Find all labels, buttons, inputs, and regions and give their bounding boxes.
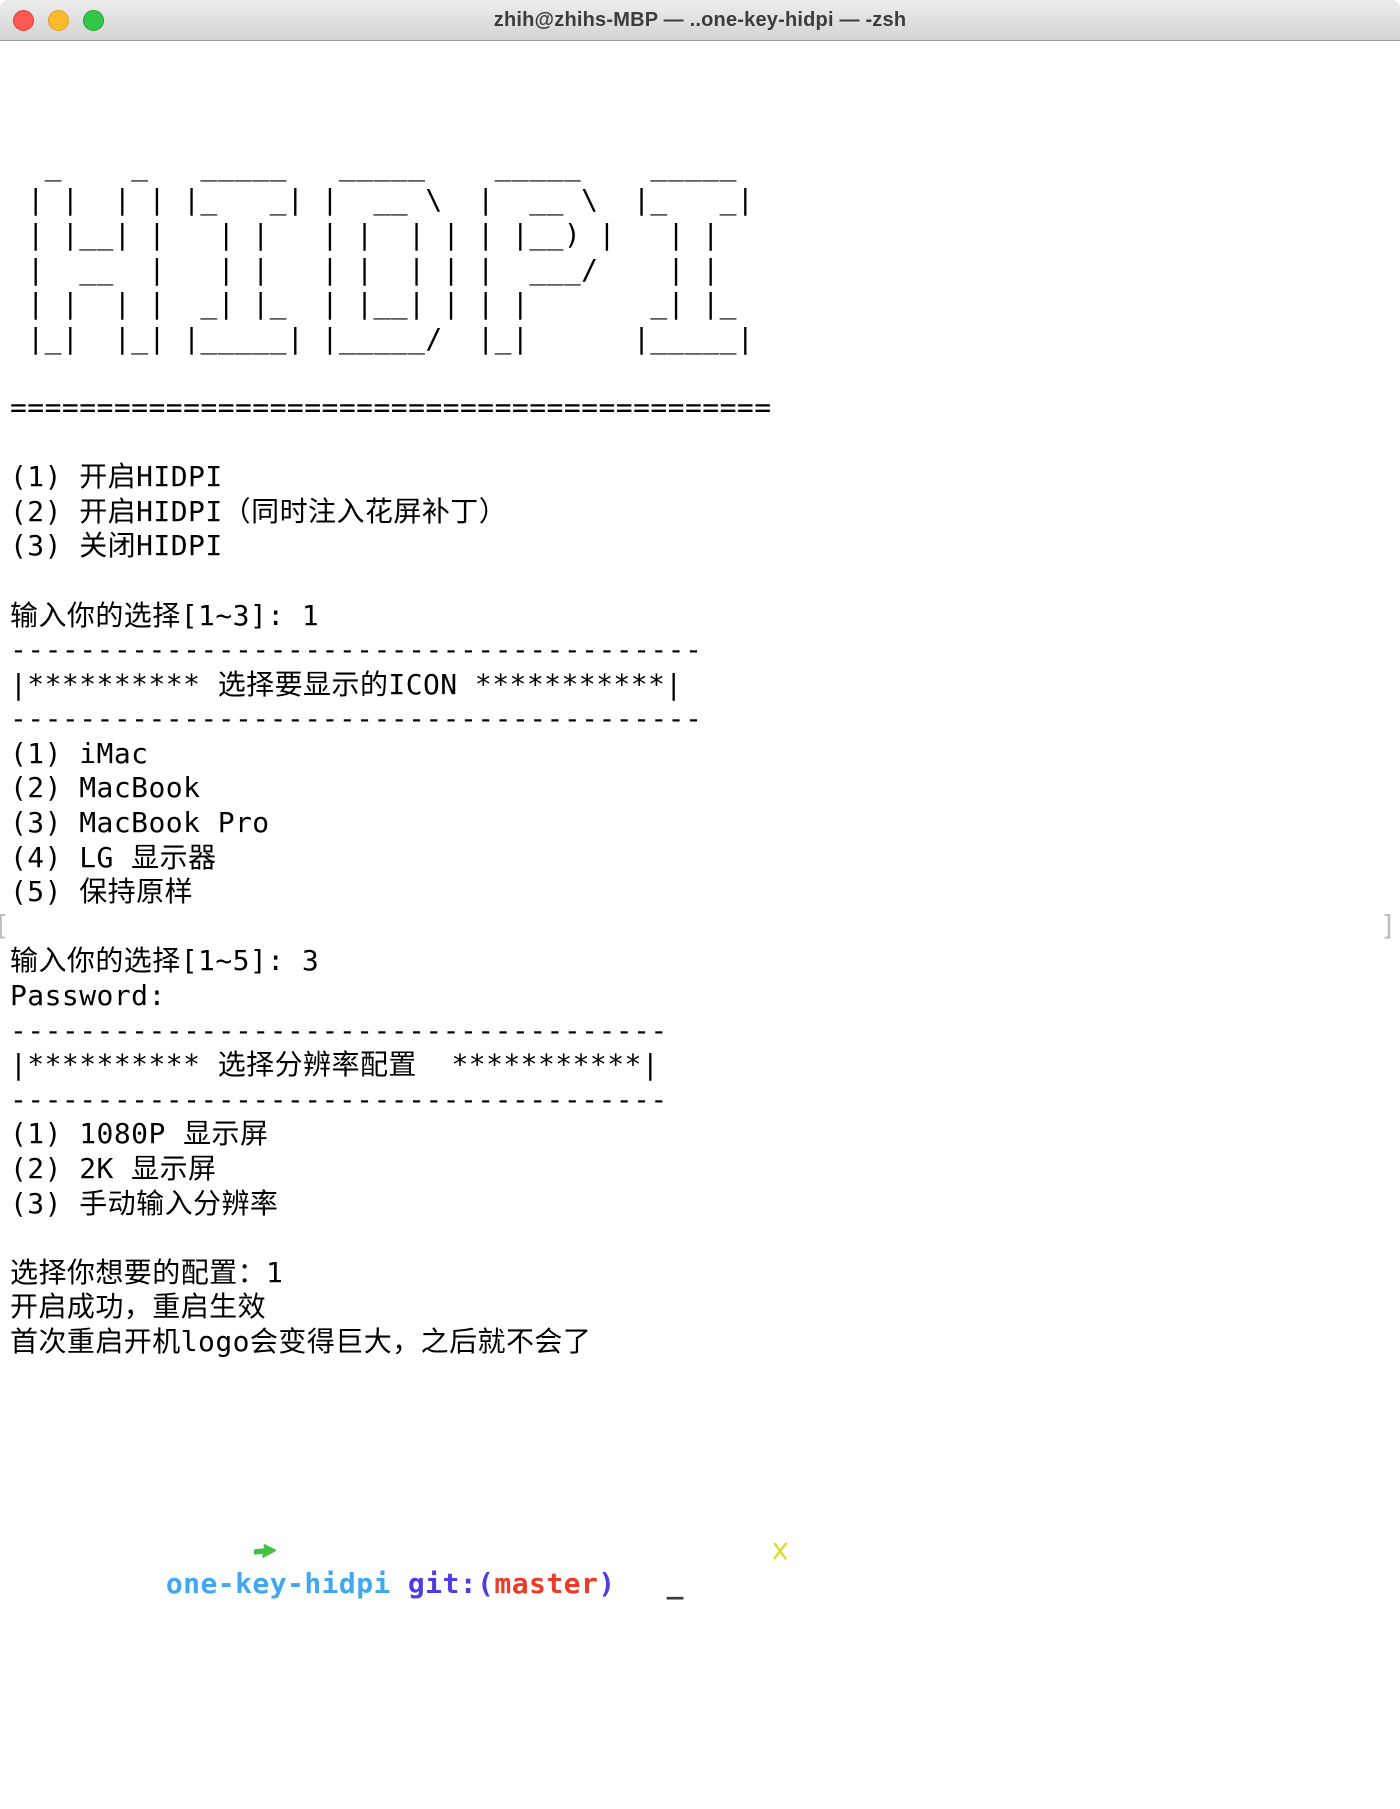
close-button[interactable] [13,10,34,31]
terminal-content[interactable]: _ _ _____ _____ _____ _____ | | | | |_ _… [0,41,1400,1327]
terminal-line: | | | | |_ _| | __ \ | __ \ |_ _| [10,183,1400,218]
terminal-line: (4) LG 显示器 [10,841,1400,876]
prompt-dirty-icon [634,1498,650,1602]
terminal-line: (1) iMac [10,737,1400,772]
terminal-line [10,426,1400,461]
zoom-button[interactable] [83,10,104,31]
terminal-line: 选择你想要的配置：1 [10,1256,1400,1291]
terminal-line [10,564,1400,599]
titlebar[interactable]: zhih@zhihs-MBP — ..one-key-hidpi — -zsh [0,0,1400,41]
prompt-directory: one-key-hidpi [166,1567,391,1602]
terminal-line: |********** 选择分辨率配置 ***********| [10,1048,1400,1083]
terminal-line-password: Password: [10,979,1400,1014]
window-title: zhih@zhihs-MBP — ..one-key-hidpi — -zsh [494,9,907,32]
terminal-line: ---------------------------------------- [10,702,1400,737]
line-mark-open-bracket: [ [0,909,10,944]
traffic-lights [13,0,104,40]
minimize-button[interactable] [48,10,69,31]
terminal-window: zhih@zhihs-MBP — ..one-key-hidpi — -zsh … [0,0,1400,1327]
terminal-line: (3) MacBook Pro [10,806,1400,841]
terminal-line: |********** 选择要显示的ICON ***********| [10,668,1400,703]
prompt-git-prefix: git:( [408,1567,495,1602]
terminal-line: -------------------------------------- [10,1014,1400,1049]
terminal-line: | __ | | | | | | | | ___/ | | [10,253,1400,288]
terminal-line: (5) 保持原样 [10,875,1400,910]
terminal-line: (1) 开启HIDPI [10,460,1400,495]
terminal-line: (1) 1080P 显示屏 [10,1117,1400,1152]
terminal-line: (2) 2K 显示屏 [10,1152,1400,1187]
terminal-line: 开启成功，重启生效 [10,1290,1400,1325]
terminal-line: _ _ _____ _____ _____ _____ [10,149,1400,184]
terminal-line [10,356,1400,391]
prompt-git-branch: master [494,1567,598,1602]
terminal-line: (3) 手动输入分辨率 [10,1187,1400,1222]
prompt-arrow-icon [114,1498,142,1602]
terminal-line: (3) 关闭HIDPI [10,529,1400,564]
terminal-line: ========================================… [10,391,1400,426]
terminal-line: -------------------------------------- [10,1083,1400,1118]
terminal-line: ---------------------------------------- [10,633,1400,668]
terminal-cursor: _ [667,1567,684,1602]
terminal-line [10,1221,1400,1256]
terminal-line [10,114,1400,149]
terminal-line: (2) 开启HIDPI（同时注入花屏补丁） [10,495,1400,530]
terminal-line: 输入你的选择[1~5]: 3 [10,944,1400,979]
terminal-line: |_| |_| |_____| |_____/ |_| |_____| [10,322,1400,357]
terminal-output: _ _ _____ _____ _____ _____ | | | | |_ _… [10,114,1400,1359]
prompt-line: one-key-hidpi git:(master) _ [10,1463,1400,1636]
prompt-git-suffix: ) [598,1567,615,1602]
terminal-line: | | | | _| |_ | |__| | | | _| |_ [10,287,1400,322]
line-mark-close-bracket: ] [1380,909,1397,944]
terminal-line: | |__| | | | | | | | | |__) | | | [10,218,1400,253]
terminal-line: (2) MacBook [10,771,1400,806]
terminal-line: 输入你的选择[1~3]: 1 [10,599,1400,634]
terminal-line [10,910,1400,945]
terminal-line: 首次重启开机logo会变得巨大，之后就不会了 [10,1325,1400,1360]
